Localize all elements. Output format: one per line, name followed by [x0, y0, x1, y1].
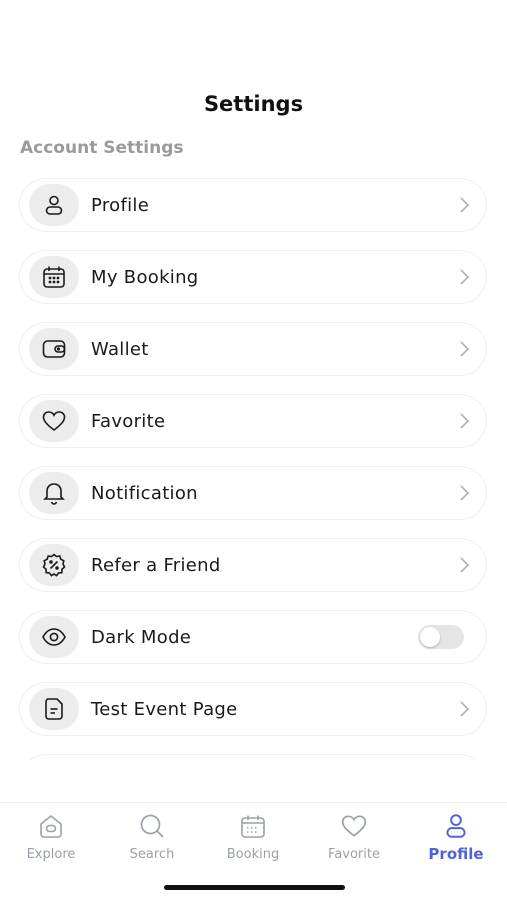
settings-item-dark-mode: Dark Mode [19, 610, 487, 664]
tab-profile[interactable]: Profile [411, 811, 501, 863]
settings-item-test-event-page[interactable]: Test Event Page [19, 682, 487, 736]
calendar-icon [208, 811, 298, 841]
tab-label: Search [129, 847, 175, 862]
wallet-icon [29, 328, 79, 370]
settings-item-label: Favorite [91, 410, 166, 432]
user-icon [29, 184, 79, 226]
settings-list: Profile My Booking Wallet Favorite Notif… [19, 178, 489, 760]
toggle-knob [420, 627, 440, 647]
settings-item-label: Test Event Page [91, 698, 238, 720]
settings-item-favorite[interactable]: Favorite [19, 394, 487, 448]
heart-icon [29, 400, 79, 442]
settings-item-refer-a-friend[interactable]: Refer a Friend [19, 538, 487, 592]
user-icon [411, 811, 501, 841]
settings-item-label: Notification [91, 482, 198, 504]
tab-label: Explore [26, 847, 76, 862]
chevron-right-icon [458, 196, 470, 214]
settings-item-label: Refer a Friend [91, 554, 221, 576]
tab-booking[interactable]: Booking [208, 811, 298, 862]
badge-percent-icon [29, 544, 79, 586]
eye-icon [29, 616, 79, 658]
home-icon [6, 811, 96, 841]
tab-label: Favorite [328, 847, 380, 862]
tab-search[interactable]: Search [107, 811, 197, 862]
settings-item-label: Dark Mode [91, 626, 192, 648]
home-indicator [164, 885, 345, 890]
settings-item-partial[interactable] [19, 754, 487, 760]
chevron-right-icon [458, 268, 470, 286]
chevron-right-icon [458, 700, 470, 718]
dark-mode-toggle[interactable] [418, 625, 464, 649]
page-title: Settings [203, 92, 304, 116]
tab-favorite[interactable]: Favorite [309, 811, 399, 862]
tab-explore[interactable]: Explore [6, 811, 96, 862]
settings-item-label: Profile [91, 194, 150, 216]
calendar-icon [29, 256, 79, 298]
settings-item-my-booking[interactable]: My Booking [19, 250, 487, 304]
section-label-account-settings: Account Settings [20, 138, 184, 158]
tab-label: Profile [428, 845, 484, 863]
chevron-right-icon [458, 412, 470, 430]
settings-item-profile[interactable]: Profile [19, 178, 487, 232]
document-icon [29, 688, 79, 730]
heart-icon [309, 811, 399, 841]
search-icon [107, 811, 197, 841]
chevron-right-icon [458, 556, 470, 574]
tab-label: Booking [226, 847, 280, 862]
settings-item-wallet[interactable]: Wallet [19, 322, 487, 376]
bell-icon [29, 472, 79, 514]
settings-item-label: My Booking [91, 266, 199, 288]
settings-item-label: Wallet [91, 338, 149, 360]
settings-item-notification[interactable]: Notification [19, 466, 487, 520]
chevron-right-icon [458, 484, 470, 502]
chevron-right-icon [458, 340, 470, 358]
